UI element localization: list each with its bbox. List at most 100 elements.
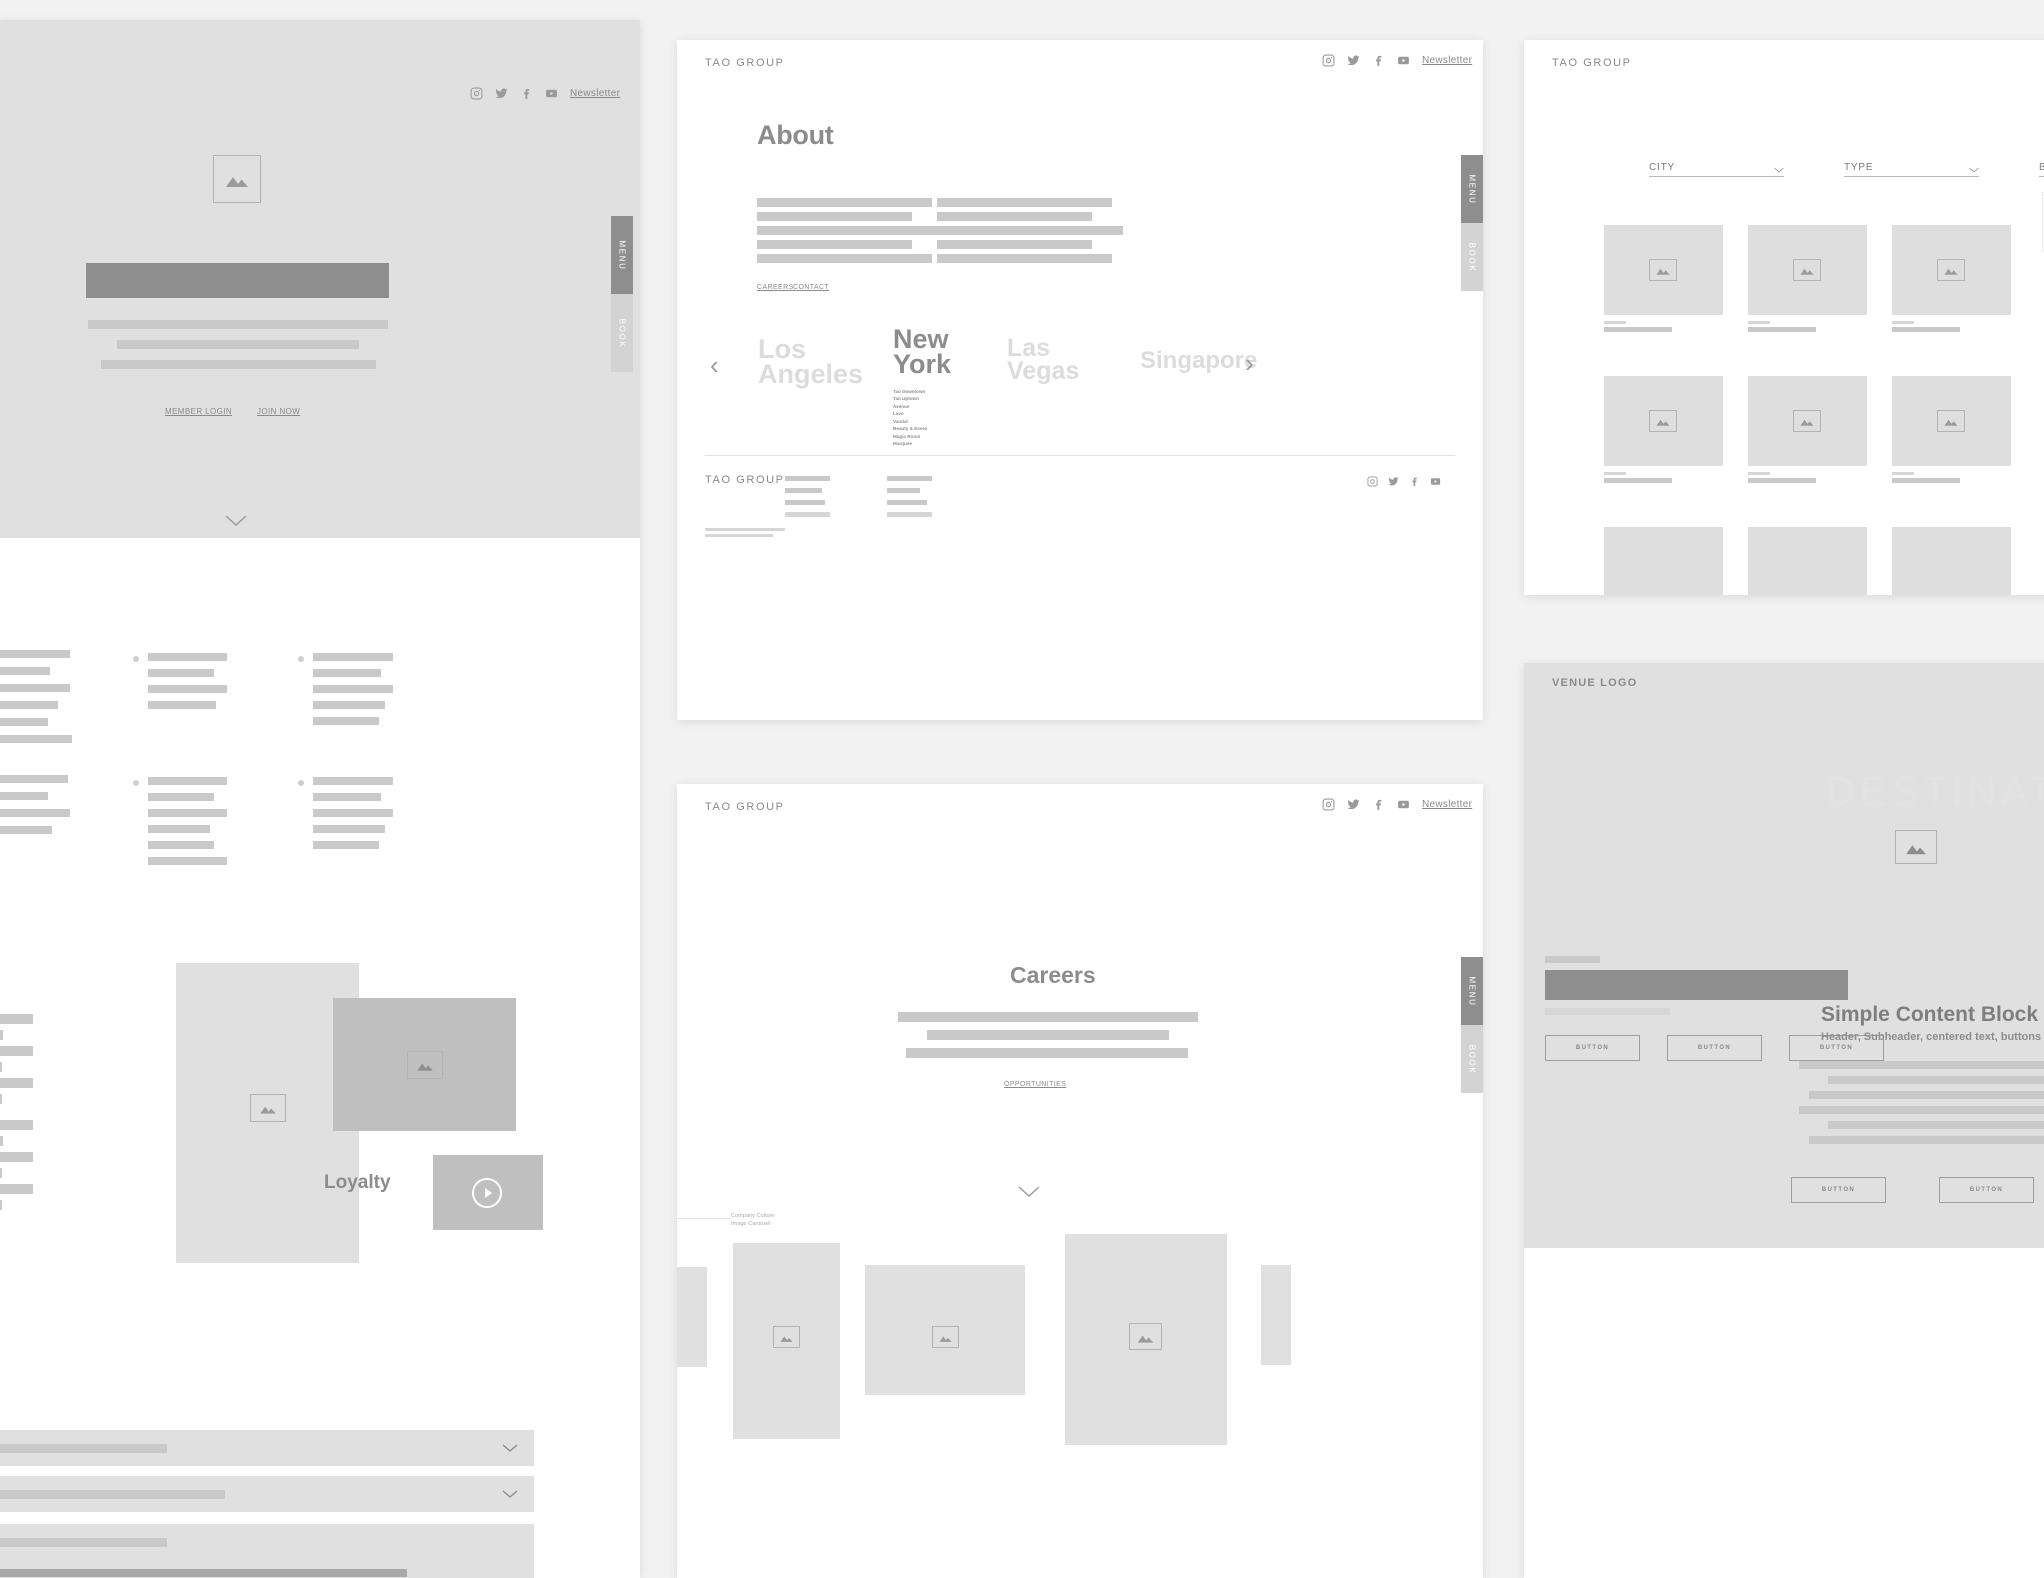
city-las-vegas[interactable]: Las Vegas	[1007, 336, 1079, 384]
book-side-tab[interactable]: BOOK	[611, 294, 633, 372]
scroll-down-icon[interactable]	[1018, 1186, 1040, 1198]
youtube-icon[interactable]	[1430, 476, 1441, 487]
venue-list-item[interactable]: Lavo	[893, 410, 927, 417]
top-navigation[interactable]: Newsletter	[470, 87, 620, 100]
venue-card-image-icon	[1937, 259, 1965, 281]
about-link-contact[interactable]: CONTACT	[793, 284, 829, 291]
facebook-icon[interactable]	[1372, 54, 1385, 67]
menu-side-tab[interactable]: MENU	[611, 216, 633, 294]
carousel-next-icon[interactable]: ›	[1245, 350, 1254, 376]
bullet-columns	[0, 620, 640, 880]
facebook-icon[interactable]	[1409, 476, 1420, 487]
city-los-angeles[interactable]: Los Angeles	[758, 336, 863, 388]
chevron-down-icon[interactable]	[502, 1444, 518, 1452]
venue-hero-button-1[interactable]: BUTTON	[1545, 1035, 1640, 1061]
carousel-slide-image-icon	[932, 1326, 959, 1348]
about-top-navigation[interactable]: Newsletter	[1322, 54, 1472, 67]
accordion-row[interactable]	[0, 1476, 534, 1512]
book-side-tab[interactable]: BOOK	[1461, 223, 1483, 291]
book-side-tab-label: BOOK	[617, 318, 627, 348]
wireframe-board: Newsletter MEMBER LOGIN JOIN NOW MENU BO…	[0, 0, 2044, 1578]
book-side-tab-label: BOOK	[1467, 1044, 1477, 1074]
about-footer-divider	[705, 455, 1455, 456]
venue-card-image-icon	[1793, 410, 1821, 432]
youtube-icon[interactable]	[1397, 798, 1410, 811]
carousel-slide[interactable]	[1261, 1265, 1291, 1365]
list-bullet	[298, 656, 304, 662]
careers-image-carousel[interactable]	[677, 1231, 1483, 1511]
newsletter-link[interactable]: Newsletter	[1422, 799, 1472, 810]
careers-top-navigation[interactable]: Newsletter	[1322, 798, 1472, 811]
content-block-button-2[interactable]: BUTTON	[1939, 1177, 2034, 1203]
carousel-prev-icon[interactable]: ‹	[710, 352, 719, 378]
newsletter-link[interactable]: Newsletter	[570, 88, 620, 99]
scroll-down-icon[interactable]	[225, 515, 247, 527]
about-link-careers[interactable]: CAREERS	[757, 284, 794, 291]
facebook-icon[interactable]	[520, 87, 533, 100]
list-bullet	[133, 780, 139, 786]
image-placeholder-icon	[226, 177, 248, 187]
youtube-icon[interactable]	[1397, 54, 1410, 67]
city-carousel[interactable]: ‹ Los Angeles New York Tao Downtown Tao …	[677, 295, 1483, 455]
instagram-icon[interactable]	[1322, 54, 1335, 67]
twitter-icon[interactable]	[1347, 798, 1360, 811]
menu-side-tab[interactable]: MENU	[1461, 155, 1483, 223]
accordion-row-expanded[interactable]	[0, 1524, 534, 1578]
newsletter-link[interactable]: Newsletter	[1422, 55, 1472, 66]
menu-side-tab-label: MENU	[1467, 976, 1477, 1006]
instagram-icon[interactable]	[1367, 476, 1378, 487]
venue-list-item[interactable]: Tao Downtown	[893, 388, 927, 395]
venue-list-item[interactable]: Beauty & Essex	[893, 425, 927, 432]
city-new-york[interactable]: New York	[893, 326, 955, 378]
facebook-icon[interactable]	[1372, 798, 1385, 811]
venue-card[interactable]	[1748, 527, 1867, 595]
book-side-tab-label: BOOK	[1467, 242, 1477, 272]
twitter-icon[interactable]	[495, 87, 508, 100]
play-circle-icon[interactable]	[472, 1178, 502, 1208]
carousel-annotation-leader	[677, 1218, 731, 1219]
instagram-icon[interactable]	[1322, 798, 1335, 811]
menu-side-tab-label: MENU	[1467, 174, 1477, 204]
twitter-icon[interactable]	[1388, 476, 1399, 487]
list-bullet	[298, 780, 304, 786]
venue-list-item[interactable]: Vandal	[893, 418, 927, 425]
about-brand-logo[interactable]: TAO GROUP	[705, 57, 785, 69]
venue-card[interactable]	[1892, 527, 2011, 595]
content-block-subheader: Header, Subheader, centered text, button…	[1821, 1031, 2042, 1043]
join-now-link[interactable]: JOIN NOW	[257, 407, 300, 416]
accordion-row[interactable]	[0, 1430, 534, 1466]
venue-logo-label[interactable]: VENUE LOGO	[1552, 677, 1637, 689]
content-block-button-1[interactable]: BUTTON	[1791, 1177, 1886, 1203]
opportunities-link[interactable]: OPPORTUNITIES	[1004, 1081, 1066, 1088]
menu-side-tab[interactable]: MENU	[1461, 957, 1483, 1025]
venue-list-item[interactable]: Avenue	[893, 403, 927, 410]
chevron-down-icon[interactable]	[502, 1490, 518, 1498]
carousel-slide[interactable]	[677, 1267, 707, 1367]
carousel-annotation: Company Culture Image Carousel	[731, 1213, 775, 1228]
careers-brand-logo[interactable]: TAO GROUP	[705, 801, 785, 813]
venue-eyebrow-bar	[1545, 956, 1600, 963]
venue-list-item[interactable]: Tao Uptown	[893, 395, 927, 402]
instagram-icon[interactable]	[470, 87, 483, 100]
member-login-link[interactable]: MEMBER LOGIN	[165, 407, 232, 416]
venue-hero-button-2[interactable]: BUTTON	[1667, 1035, 1762, 1061]
book-side-tab[interactable]: BOOK	[1461, 1025, 1483, 1093]
footer-social-icons[interactable]	[1367, 476, 1441, 487]
about-footer-brand: TAO GROUP	[705, 474, 785, 486]
destination-title: DESTINATION	[1826, 768, 2044, 814]
venue-list-item[interactable]: Magic Room	[893, 433, 927, 440]
content-block-button-1-label: BUTTON	[1821, 1187, 1856, 1193]
venue-card[interactable]	[1604, 527, 1723, 595]
venue-hero-button-3-label: BUTTON	[1819, 1045, 1854, 1051]
hero-body-line	[88, 320, 388, 329]
loyalty-image-tall-icon	[250, 1094, 286, 1122]
youtube-icon[interactable]	[545, 87, 558, 100]
artboard-about: TAO GROUP Newsletter About CAREERS CONTA…	[677, 40, 1483, 720]
venue-hero-button-1-label: BUTTON	[1575, 1045, 1610, 1051]
city-singapore[interactable]: Singapore	[1140, 348, 1320, 372]
twitter-icon[interactable]	[1347, 54, 1360, 67]
artboard-venue-grid: TAO GROUP CITY TYPE BR	[1524, 40, 2044, 595]
venue-list-item[interactable]: Marquee	[893, 440, 927, 447]
about-page-title: About	[757, 120, 834, 150]
artboard-homepage: Newsletter MEMBER LOGIN JOIN NOW MENU BO…	[0, 20, 640, 1578]
